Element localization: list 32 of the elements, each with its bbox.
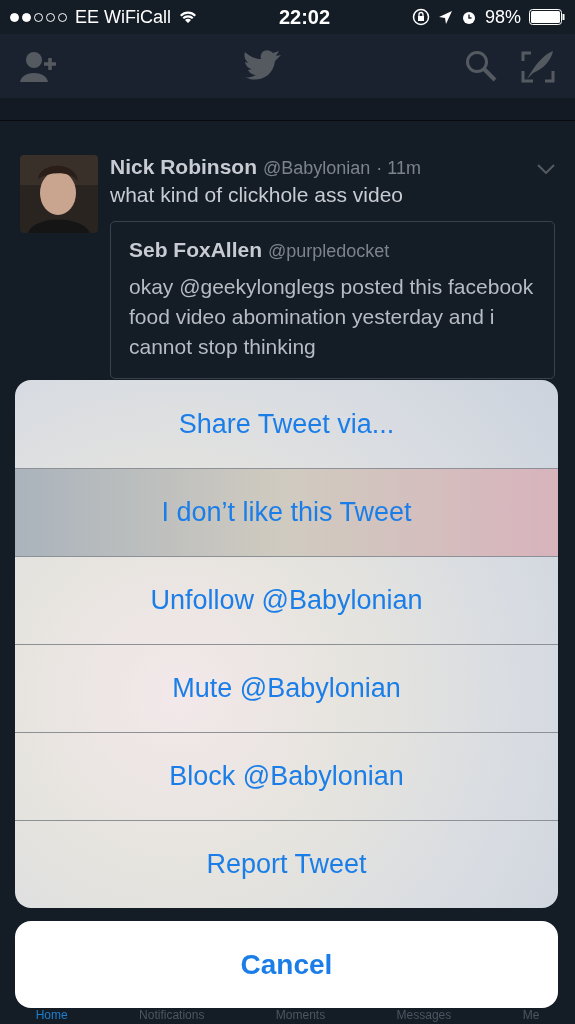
bird-logo-icon (242, 49, 283, 83)
tab-item[interactable]: Messages (396, 1008, 452, 1024)
location-arrow-icon (437, 9, 453, 25)
tab-item[interactable]: Home (35, 1008, 68, 1024)
chevron-down-icon[interactable] (537, 164, 555, 174)
action-sheet-item[interactable]: I don’t like this Tweet (15, 468, 558, 556)
tab-item[interactable]: Moments (275, 1008, 326, 1024)
cancel-button[interactable]: Cancel (15, 921, 558, 1008)
quoted-author-handle: @purpledocket (268, 241, 390, 262)
battery-percent: 98% (484, 6, 521, 28)
tab-item[interactable]: Notifications (139, 1008, 205, 1024)
author-handle: @Babylonian (263, 158, 371, 179)
alarm-icon (460, 9, 477, 25)
action-sheet-item[interactable]: Block @Babylonian (15, 732, 558, 820)
carrier-name: EE WiFiCall (75, 6, 171, 28)
tweet-text: what kind of clickhole ass video (110, 183, 404, 207)
quoted-tweet-text: okay @geekylonglegs posted this facebook food video abomination yesterday and i cannot stop thinking (129, 274, 535, 360)
action-sheet-item[interactable]: Mute @Babylonian (15, 644, 558, 732)
author-name: Nick Robinson (110, 155, 257, 179)
wifi-icon (179, 10, 197, 24)
action-sheet-item[interactable]: Report Tweet (15, 820, 558, 908)
action-sheet-item[interactable]: Share Tweet via... (15, 380, 558, 468)
quoted-tweet-card[interactable]: Seb FoxAllen @purpledocket okay @geekylonglegs posted this facebook food video abomination yesterday and i cannot stop thinking (110, 221, 555, 379)
tab-item[interactable]: Me (522, 1008, 540, 1024)
search-icon[interactable] (465, 50, 497, 82)
battery-icon (529, 9, 565, 25)
action-sheet-item[interactable]: Unfollow @Babylonian (15, 556, 558, 644)
compose-icon[interactable] (521, 49, 555, 83)
tweet-time: · 11m (376, 158, 422, 179)
quoted-author-name: Seb FoxAllen (129, 238, 263, 262)
clock-time: 22:02 (277, 5, 332, 29)
rotation-lock-icon (411, 8, 430, 26)
